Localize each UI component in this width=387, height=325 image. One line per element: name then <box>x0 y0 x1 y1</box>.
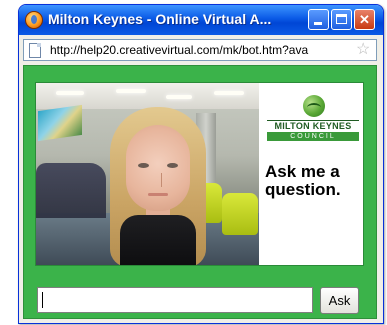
avatar-nose <box>155 173 162 187</box>
window-title: Milton Keynes - Online Virtual A... <box>48 11 272 27</box>
address-bar[interactable]: http://help20.creativevirtual.com/mk/bot… <box>23 39 377 61</box>
lime-chair <box>222 193 258 235</box>
avatar-eye <box>167 163 178 168</box>
ceiling-light <box>166 95 192 99</box>
avatar-shirt <box>120 215 196 265</box>
avatar-eye <box>138 163 149 168</box>
minimize-button[interactable] <box>308 9 329 30</box>
assistant-avatar <box>102 105 214 265</box>
council-logo: MILTON KEYNES COUNCIL <box>267 95 359 141</box>
ceiling-light <box>116 89 146 93</box>
url-text[interactable]: http://help20.creativevirtual.com/mk/bot… <box>50 43 346 57</box>
title-bar[interactable]: Milton Keynes - Online Virtual A... ✕ <box>19 5 383 35</box>
page-icon <box>29 43 41 58</box>
logo-subtitle: COUNCIL <box>267 132 359 141</box>
ask-button[interactable]: Ask <box>320 287 359 314</box>
council-emblem-icon <box>303 95 325 117</box>
close-button[interactable]: ✕ <box>354 9 375 30</box>
avatar-mouth <box>148 193 168 196</box>
minimize-icon <box>314 22 322 25</box>
assistant-display: MILTON KEYNES COUNCIL Ask me a question. <box>35 82 364 266</box>
question-input[interactable] <box>37 287 313 313</box>
avatar-face <box>126 125 190 211</box>
virtual-assistant-photo <box>36 83 259 265</box>
browser-window: Milton Keynes - Online Virtual A... ✕ ht… <box>18 4 384 324</box>
background-people <box>36 163 106 218</box>
ceiling-light <box>214 91 244 95</box>
app-icon <box>25 11 43 29</box>
maximize-icon <box>336 14 347 24</box>
ceiling-light <box>56 91 84 95</box>
logo-name: MILTON KEYNES <box>267 120 359 132</box>
assistant-panel: MILTON KEYNES COUNCIL Ask me a question.… <box>23 65 377 319</box>
star-icon[interactable]: ☆ <box>356 40 370 60</box>
text-cursor <box>42 292 43 308</box>
ask-prompt: Ask me a question. <box>265 162 341 199</box>
close-icon: ✕ <box>359 12 370 27</box>
wall-mural <box>38 104 82 142</box>
maximize-button[interactable] <box>331 9 352 30</box>
